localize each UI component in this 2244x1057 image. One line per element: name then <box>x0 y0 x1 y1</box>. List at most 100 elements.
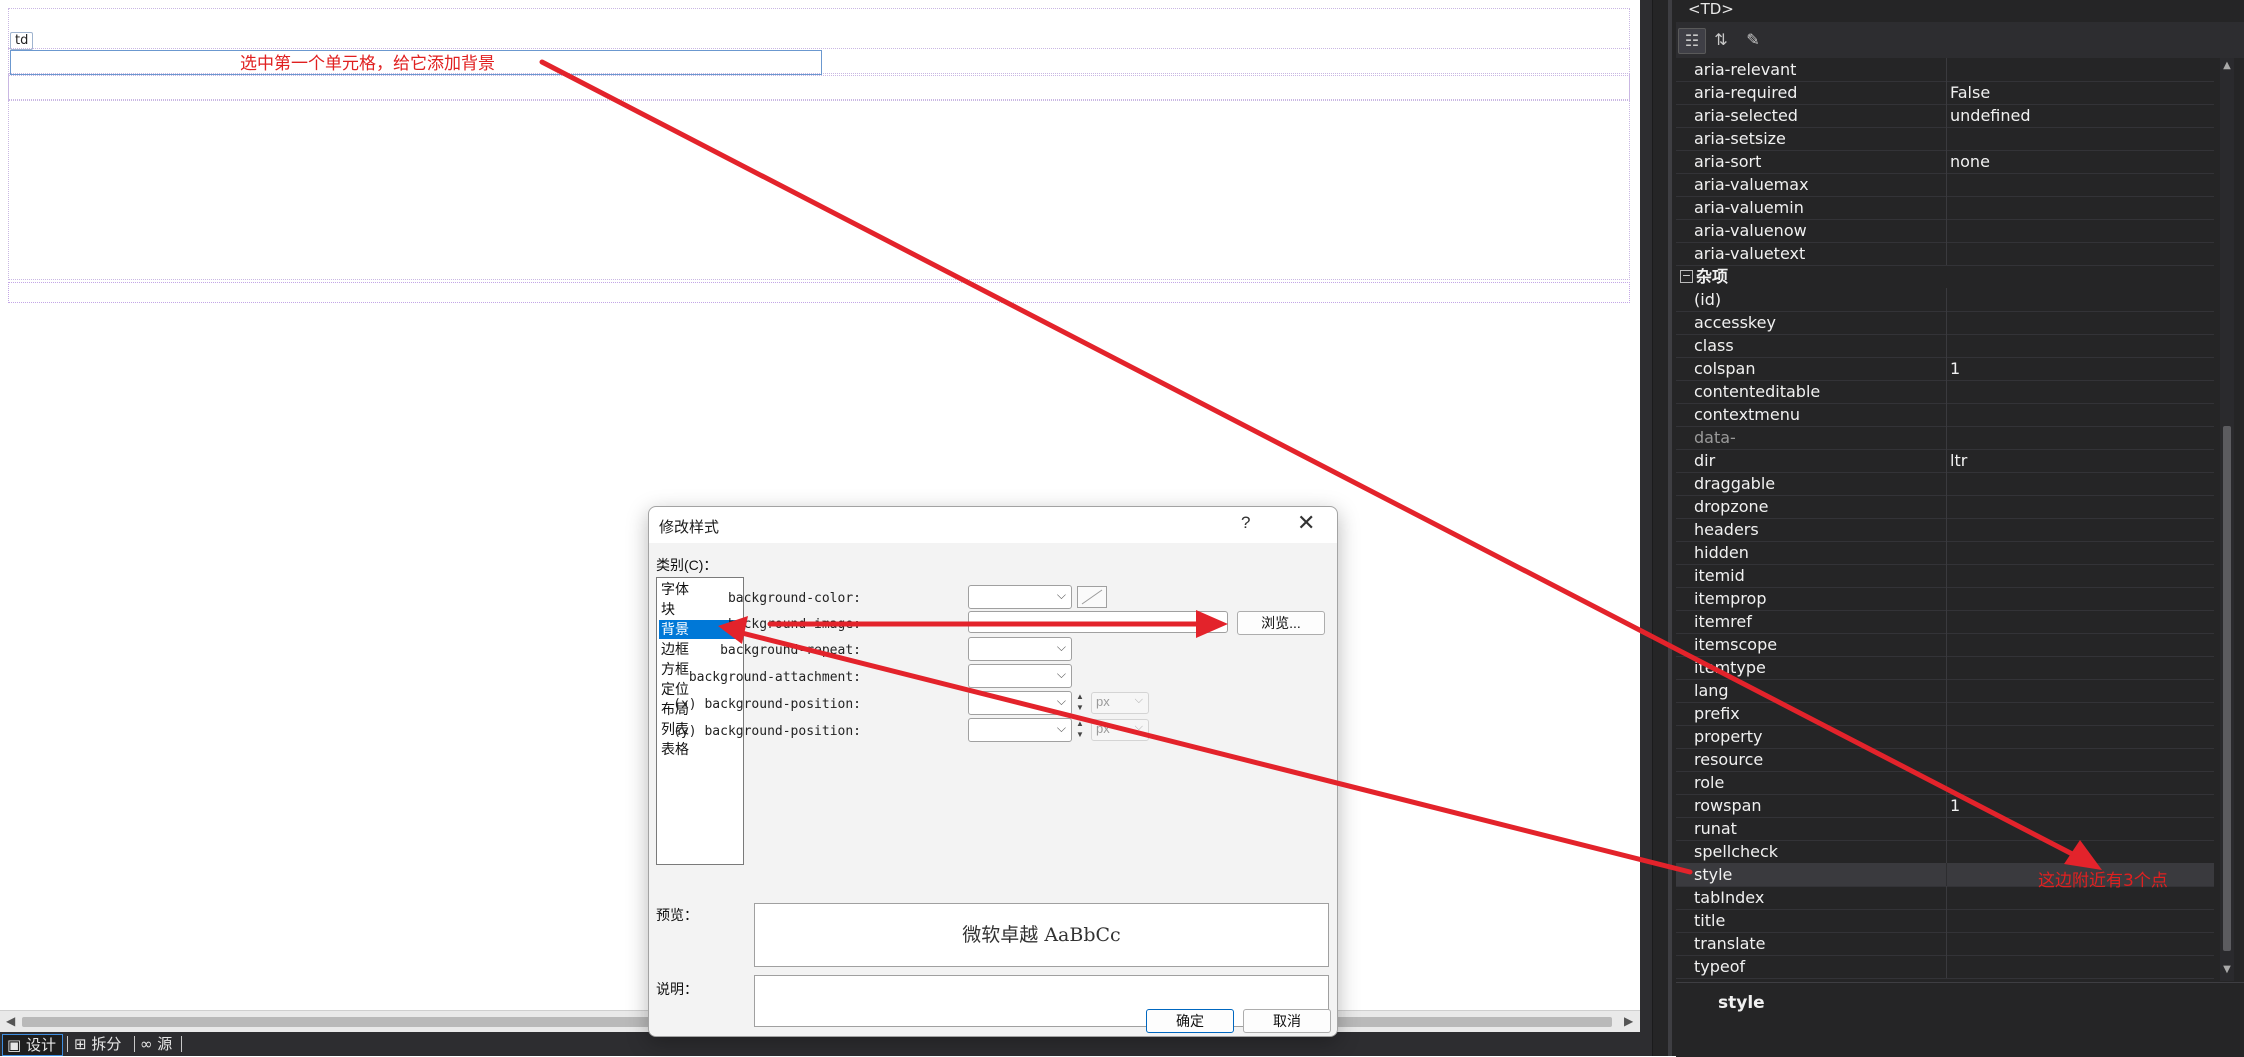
dialog-body: 类别(C)： 字体 块 背景 边框 方框 定位 布局 列表 表格 backgro… <box>649 543 1337 1036</box>
property-row-itemscope[interactable]: itemscope <box>1676 633 2214 657</box>
bg-repeat-select[interactable]: ⌵ <box>968 637 1072 661</box>
property-row-lang[interactable]: lang <box>1676 679 2214 703</box>
property-row-ariavaluenow[interactable]: aria-valuenow <box>1676 219 2214 243</box>
bg-position-y-select[interactable]: ⌵ <box>968 718 1072 742</box>
property-name: style <box>1694 865 1733 884</box>
property-row-id[interactable]: (id) <box>1676 288 2214 312</box>
property-row-itemid[interactable]: itemid <box>1676 564 2214 588</box>
scroll-down-icon[interactable]: ▼ <box>2220 964 2234 975</box>
tab-design[interactable]: ▣ 设计 <box>2 1034 63 1056</box>
chevron-down-icon: ⌵ <box>1056 694 1066 708</box>
property-row-accesskey[interactable]: accesskey <box>1676 311 2214 335</box>
property-row-ariaselected[interactable]: aria-selected undefined <box>1676 104 2214 128</box>
property-grid-scrollbar[interactable]: ▲ ▼ <box>2220 58 2234 981</box>
spin-up-icon[interactable]: ▲ <box>1073 691 1087 702</box>
property-row-itemprop[interactable]: itemprop <box>1676 587 2214 611</box>
property-pages-button[interactable]: ✎ <box>1740 28 1766 52</box>
property-row-hidden[interactable]: hidden <box>1676 541 2214 565</box>
property-row-ariavaluetext[interactable]: aria-valuetext <box>1676 242 2214 266</box>
bg-position-y-spinner[interactable]: ▲ ▼ <box>1073 718 1087 740</box>
bg-position-x-unit[interactable]: px ⌵ <box>1091 692 1149 714</box>
modify-style-dialog: 修改样式 ? ✕ 类别(C)： 字体 块 背景 边框 方框 定位 布局 列表 表… <box>648 506 1338 1037</box>
property-value[interactable]: ltr <box>1950 449 1967 472</box>
browse-button[interactable]: 浏览... <box>1237 611 1325 635</box>
bg-attachment-label: background-attachment: <box>688 670 861 685</box>
bg-color-select[interactable]: ⌵ <box>968 585 1072 609</box>
property-row-ariasetsize[interactable]: aria-setsize <box>1676 127 2214 151</box>
property-row-ariavaluemax[interactable]: aria-valuemax <box>1676 173 2214 197</box>
cancel-button[interactable]: 取消 <box>1243 1009 1331 1033</box>
property-name: rowspan <box>1694 796 1762 815</box>
property-row-title[interactable]: title <box>1676 909 2214 933</box>
property-row-ariasort[interactable]: aria-sort none <box>1676 150 2214 174</box>
column-divider <box>1946 955 1947 978</box>
tab-split[interactable]: ⊞ 拆分 <box>70 1034 127 1054</box>
alphabetical-button[interactable]: ⇅ <box>1708 28 1734 52</box>
property-row-dir[interactable]: dir ltr <box>1676 449 2214 473</box>
property-row-headers[interactable]: headers <box>1676 518 2214 542</box>
property-row-resource[interactable]: resource <box>1676 748 2214 772</box>
property-row-spellcheck[interactable]: spellcheck <box>1676 840 2214 864</box>
bg-repeat-label: background-repeat: <box>720 643 861 658</box>
property-row-colspan[interactable]: colspan 1 <box>1676 357 2214 381</box>
property-row-dropzone[interactable]: dropzone <box>1676 495 2214 519</box>
property-row-itemtype[interactable]: itemtype <box>1676 656 2214 680</box>
property-row-draggable[interactable]: draggable <box>1676 472 2214 496</box>
spin-down-icon[interactable]: ▼ <box>1073 729 1087 740</box>
property-value[interactable]: 1 <box>1950 794 1960 817</box>
scroll-right-icon[interactable]: ▶ <box>1624 1014 1633 1028</box>
property-name: contextmenu <box>1694 405 1801 424</box>
property-row-role[interactable]: role <box>1676 771 2214 795</box>
property-row-ariarequired[interactable]: aria-required False <box>1676 81 2214 105</box>
spin-down-icon[interactable]: ▼ <box>1073 702 1087 713</box>
column-divider <box>1946 518 1947 541</box>
property-row-ariarelevant[interactable]: aria-relevant <box>1676 58 2214 82</box>
tab-source[interactable]: ∞ 源 <box>136 1034 178 1054</box>
property-row-contenteditable[interactable]: contenteditable <box>1676 380 2214 404</box>
panel-edge-scrollbar[interactable] <box>1668 0 1672 1056</box>
bg-position-y-unit[interactable]: px ⌵ <box>1091 719 1149 741</box>
div-outline <box>8 282 1630 303</box>
property-name: hidden <box>1694 543 1749 562</box>
property-value[interactable]: undefined <box>1950 104 2031 127</box>
color-picker-button[interactable] <box>1077 586 1107 608</box>
column-divider <box>1946 656 1947 679</box>
tab-label: 拆分 <box>91 1035 122 1053</box>
collapse-icon[interactable]: − <box>1680 270 1693 283</box>
help-button[interactable]: ? <box>1241 513 1250 533</box>
property-value[interactable]: 1 <box>1950 357 1960 380</box>
divider <box>134 1036 135 1052</box>
property-name: aria-valuenow <box>1694 221 1807 240</box>
column-divider <box>1946 909 1947 932</box>
property-value[interactable]: False <box>1950 81 1990 104</box>
scroll-thumb[interactable] <box>2223 426 2231 951</box>
scroll-up-icon[interactable]: ▲ <box>2220 60 2234 71</box>
categorized-icon: ☷ <box>1684 31 1700 50</box>
panel-splitter[interactable] <box>1640 0 1653 1056</box>
property-name: itemref <box>1694 612 1752 631</box>
property-row-contextmenu[interactable]: contextmenu <box>1676 403 2214 427</box>
close-button[interactable]: ✕ <box>1297 510 1315 536</box>
property-row-translate[interactable]: translate <box>1676 932 2214 956</box>
column-divider <box>1946 702 1947 725</box>
property-row-runat[interactable]: runat <box>1676 817 2214 841</box>
category-item-table[interactable]: 表格 <box>659 740 741 759</box>
property-category[interactable]: − 杂项 <box>1676 265 2214 288</box>
property-row-prefix[interactable]: prefix <box>1676 702 2214 726</box>
property-row-property[interactable]: property <box>1676 725 2214 749</box>
spin-up-icon[interactable]: ▲ <box>1073 718 1087 729</box>
scroll-left-icon[interactable]: ◀ <box>6 1014 15 1028</box>
property-row-ariavaluemin[interactable]: aria-valuemin <box>1676 196 2214 220</box>
property-row-rowspan[interactable]: rowspan 1 <box>1676 794 2214 818</box>
property-row-itemref[interactable]: itemref <box>1676 610 2214 634</box>
categorized-button[interactable]: ☷ <box>1678 28 1706 54</box>
property-row-class[interactable]: class <box>1676 334 2214 358</box>
bg-image-input[interactable] <box>968 611 1228 633</box>
property-value[interactable]: none <box>1950 150 1990 173</box>
ok-button[interactable]: 确定 <box>1146 1009 1234 1033</box>
property-row-data[interactable]: data- <box>1676 426 2214 450</box>
bg-position-x-select[interactable]: ⌵ <box>968 691 1072 715</box>
bg-position-x-spinner[interactable]: ▲ ▼ <box>1073 691 1087 713</box>
bg-attachment-select[interactable]: ⌵ <box>968 664 1072 688</box>
property-row-typeof[interactable]: typeof <box>1676 955 2214 979</box>
